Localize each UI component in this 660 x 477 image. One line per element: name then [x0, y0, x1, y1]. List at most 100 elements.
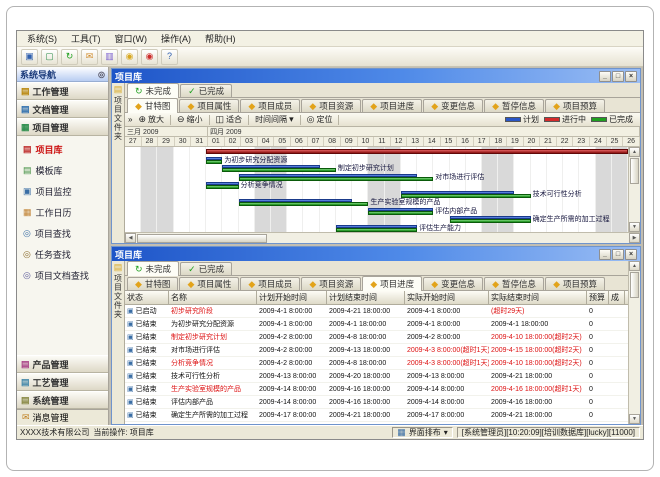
tool-tab[interactable]: ◆项目预算 — [545, 277, 605, 290]
column-header[interactable]: 计划结束时间 — [327, 291, 405, 304]
tool-tab[interactable]: ◆项目成员 — [240, 99, 300, 112]
gantt-window-titlebar[interactable]: 项目库 _□× — [112, 69, 640, 83]
column-header[interactable]: 实际开始时间 — [405, 291, 489, 304]
view-tab[interactable]: ✓已完成 — [180, 262, 232, 275]
project-folder-tab[interactable]: ▤ 项目文件夹 — [112, 261, 125, 424]
table-row[interactable]: ▣已结束制定初步研究计划2009-4-2 8:00:002009-4-8 18:… — [125, 331, 628, 344]
scroll-up-button[interactable]: ▲ — [629, 261, 640, 271]
tool-tab[interactable]: ◆项目属性 — [179, 99, 239, 112]
sidebar-nav-item[interactable]: ▦工作日历 — [17, 202, 108, 223]
column-header[interactable]: 预算 — [587, 291, 609, 304]
lock-icon[interactable]: ◉ — [121, 49, 138, 65]
locate-button[interactable]: ◎定位 — [305, 114, 335, 125]
scroll-down-button[interactable]: ▼ — [629, 222, 640, 232]
chart-icon[interactable]: ▥ — [101, 49, 118, 65]
fit-button[interactable]: ◫适合 — [214, 114, 245, 125]
menu-item[interactable]: 窗口(W) — [109, 31, 154, 46]
mail-icon[interactable]: ✉ — [81, 49, 98, 65]
tool-tab[interactable]: ◆项目进度 — [362, 276, 422, 291]
maximize-button[interactable]: □ — [612, 71, 624, 82]
table-row[interactable]: ▣已结束对市场进行评估2009-4-2 8:00:002009-4-13 18:… — [125, 344, 628, 357]
table-window-titlebar[interactable]: 项目库 _□× — [112, 247, 640, 261]
toolbar-overflow-icon[interactable]: » — [128, 115, 132, 124]
column-header[interactable]: 计划开始时间 — [257, 291, 327, 304]
column-header[interactable]: 实际结束时间 — [489, 291, 587, 304]
view-tab[interactable]: ✓已完成 — [180, 84, 232, 97]
tool-tab[interactable]: ◆变更信息 — [423, 99, 483, 112]
project-folder-tab[interactable]: ▤ 项目文件夹 — [112, 83, 125, 243]
table-row[interactable]: ▣已结束确定生产所需的加工过程2009-4-17 8:00:002009-4-2… — [125, 409, 628, 422]
tool-tab[interactable]: ◆项目属性 — [179, 277, 239, 290]
table-row[interactable]: ▣已结束评估内部产品2009-4-14 8:00:002009-4-16 18:… — [125, 396, 628, 409]
tool-tab[interactable]: ◆项目资源 — [301, 99, 361, 112]
tool-tab[interactable]: ◆项目预算 — [545, 99, 605, 112]
refresh-icon[interactable]: ↻ — [61, 49, 78, 65]
table-row[interactable]: ▣已结束技术可行性分析2009-4-13 8:00:002009-4-20 18… — [125, 370, 628, 383]
zoom-in-button[interactable]: ⊕放大 — [136, 114, 166, 125]
actual-bar[interactable] — [368, 211, 433, 215]
maximize-button[interactable]: □ — [612, 249, 624, 260]
view-tab[interactable]: ↻未完成 — [127, 261, 179, 276]
close-button[interactable]: × — [625, 249, 637, 260]
tool-tab[interactable]: ◆变更信息 — [423, 277, 483, 290]
tool-tab[interactable]: ◆项目资源 — [301, 277, 361, 290]
view-tab[interactable]: ↻未完成 — [127, 83, 179, 98]
system-icon[interactable]: ▣ — [21, 49, 38, 65]
scroll-thumb[interactable] — [630, 272, 639, 298]
tool-tab[interactable]: ◆甘特图 — [127, 277, 178, 290]
minimize-button[interactable]: _ — [599, 71, 611, 82]
tool-tab[interactable]: ◆暂停信息 — [484, 277, 544, 290]
gantt-vertical-scrollbar[interactable]: ▲▼ — [628, 147, 640, 232]
sidebar-nav-item[interactable]: ▤模板库 — [17, 160, 108, 181]
help-icon[interactable]: ? — [161, 49, 178, 65]
menu-item[interactable]: 帮助(H) — [199, 31, 242, 46]
layout-selector[interactable]: ▦ 界面排布 ▾ — [392, 427, 453, 438]
sidebar-nav-item[interactable]: ◎项目文档查找 — [17, 265, 108, 286]
table-row[interactable]: ▣已启动初步研究阶段2009-4-1 8:00:002009-4-21 18:0… — [125, 305, 628, 318]
sidebar-nav-item[interactable]: ◎项目查找 — [17, 223, 108, 244]
table-row[interactable]: ▣已结束为初步研究分配资源2009-4-1 8:00:002009-4-1 18… — [125, 318, 628, 331]
sidebar-tab-messages[interactable]: ✉ 消息管理 — [17, 409, 108, 425]
column-header[interactable]: 状态 — [125, 291, 169, 304]
table-vertical-scrollbar[interactable]: ▲▼ — [628, 261, 640, 424]
actual-bar[interactable] — [222, 168, 336, 172]
sidebar-nav-item[interactable]: ▣项目监控 — [17, 181, 108, 202]
tool-tab[interactable]: ◆项目进度 — [362, 99, 422, 112]
sidebar-section[interactable]: ▤文档管理 — [17, 100, 108, 118]
menu-item[interactable]: 系统(S) — [21, 31, 63, 46]
menu-item[interactable]: 工具(T) — [65, 31, 107, 46]
column-header[interactable]: 名称 — [169, 291, 257, 304]
scroll-down-button[interactable]: ▼ — [629, 414, 640, 424]
pin-icon[interactable]: ◎ — [98, 70, 105, 79]
actual-bar[interactable] — [206, 185, 238, 189]
scroll-up-button[interactable]: ▲ — [629, 147, 640, 157]
scroll-thumb[interactable] — [630, 158, 639, 184]
sidebar-section[interactable]: ▤产品管理 — [17, 355, 108, 373]
sidebar-section[interactable]: ▤系统管理 — [17, 391, 108, 409]
sidebar-nav-item[interactable]: ◎任务查找 — [17, 244, 108, 265]
summary-bar[interactable] — [206, 149, 628, 154]
scroll-left-button[interactable]: ◀ — [125, 233, 136, 243]
sidebar-nav-item[interactable]: ▤项目库 — [17, 139, 108, 160]
zoom-out-button[interactable]: ⊖缩小 — [175, 114, 205, 125]
tool-tab[interactable]: ◆项目成员 — [240, 277, 300, 290]
minimize-button[interactable]: _ — [599, 249, 611, 260]
tool-tab[interactable]: ◆暂停信息 — [484, 99, 544, 112]
table-row[interactable]: ▣已结束生产实验室规模的产品2009-4-14 8:00:002009-4-16… — [125, 383, 628, 396]
power-icon[interactable]: ◉ — [141, 49, 158, 65]
tool-tab[interactable]: ◆甘特图 — [127, 98, 178, 113]
scroll-right-button[interactable]: ▶ — [629, 233, 640, 243]
actual-bar[interactable] — [239, 202, 369, 206]
sidebar-section[interactable]: ▦项目管理 — [17, 118, 108, 136]
actual-bar[interactable] — [336, 228, 417, 232]
close-button[interactable]: × — [625, 71, 637, 82]
sidebar-section[interactable]: ▤工作管理 — [17, 82, 108, 100]
gantt-horizontal-scrollbar[interactable]: ◀▶ — [125, 232, 640, 243]
menu-item[interactable]: 操作(A) — [155, 31, 197, 46]
gantt-chart[interactable]: 为初步研究分配资源制定初步研究计划对市场进行评估分析竞争情况技术可行性分析生产实… — [125, 147, 628, 232]
time-interval-button[interactable]: 时间间隔▾ — [253, 114, 296, 125]
table-row[interactable]: ▣已结束分析竞争情况2009-4-2 8:00:002009-4-8 18:00… — [125, 357, 628, 370]
scroll-thumb[interactable] — [137, 234, 267, 243]
column-header[interactable]: 成 — [609, 291, 625, 304]
actual-bar[interactable] — [450, 219, 531, 223]
